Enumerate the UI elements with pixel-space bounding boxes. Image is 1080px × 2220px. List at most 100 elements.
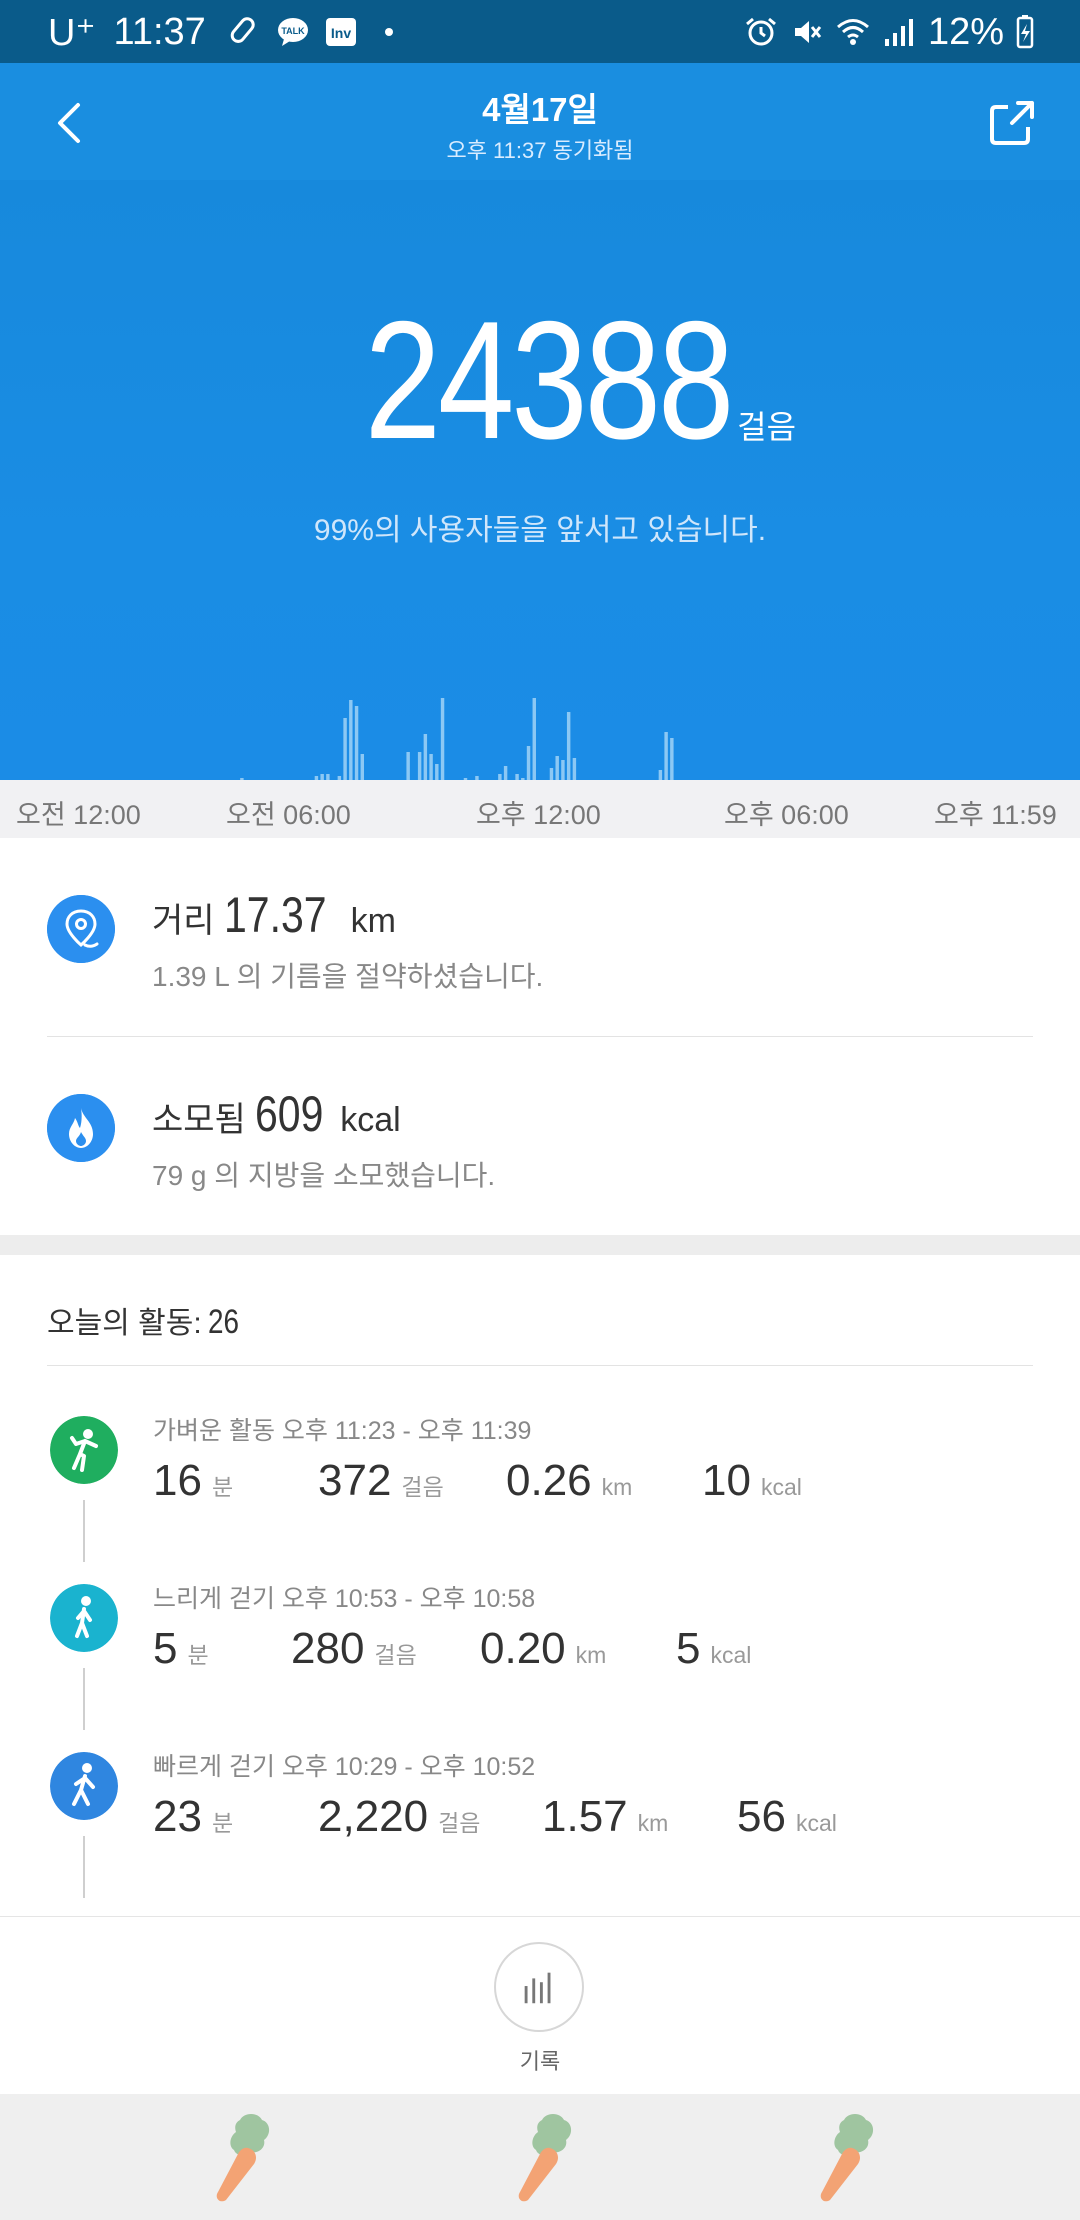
wifi-icon [836,19,869,45]
battery-charging-icon [1016,15,1034,49]
activity-steps: 372 [318,1456,392,1505]
activity-calories: 56 [737,1792,786,1841]
chart-bar [526,746,531,780]
activity-steps: 2,220 [318,1792,429,1841]
calories-label: 소모됨 [152,1101,246,1139]
chart-bar [549,768,554,780]
activity-steps: 280 [291,1624,365,1673]
activity-distance: 0.26 [506,1456,592,1505]
chart-bar [423,734,428,780]
signal-icon [884,19,913,46]
calories-unit: kcal [340,1101,401,1139]
dot-icon [384,28,393,36]
bar-chart-icon [524,1972,551,2004]
steps-chart [240,698,674,780]
date-title: 4월17일 [482,91,598,128]
chart-bar [664,732,668,780]
timeline-connector [83,1500,85,1562]
chart-bar [658,770,663,780]
rank-text: 99%의 사용자들을 앞서고 있습니다. [313,514,767,547]
chart-bar [566,712,571,780]
activity-calories: 5 [676,1624,701,1673]
timeline-connector [83,1668,85,1730]
activity-time: 오후 10:29 - 오후 10:52 [281,1753,536,1781]
activity-type: 빠르게 걷기 [153,1753,275,1781]
steps-hero: 24388 걸음 99%의 사용자들을 앞서고 있습니다. [0,180,1080,780]
chart-bar [435,764,439,780]
decor-band [0,2094,1080,2220]
chart-bar [429,754,433,780]
chart-bar [503,766,508,780]
carrot-icon [216,2114,270,2202]
distance-value: 17.37 [224,887,327,943]
activity-type: 느리게 걷기 [153,1585,275,1613]
calories-summary: 소모됨 609 kcal 79 g 의 지방을 소모했습니다. [0,1037,1080,1237]
activities-label: 오늘의 활동: [47,1307,202,1340]
chart-bar [417,752,422,780]
bottom-divider [0,1916,1080,1917]
duration-unit: 분 [187,1642,209,1668]
distance-unit: km [350,902,396,940]
time-axis-label: 오후 12:00 [476,800,601,830]
activity-distance: 1.57 [542,1792,628,1841]
location-pin-icon [47,895,115,963]
chart-bar [572,758,577,780]
chart-bar [349,700,353,780]
records-label: 기록 [519,2049,561,2074]
calories-unit: kcal [795,1810,837,1836]
steps-unit: 걸음 [401,1474,444,1500]
status-time: 11:37 [113,10,206,53]
steps-unit: 걸음 [737,409,797,445]
records-button[interactable] [494,1942,584,2032]
carrot-icon [518,2114,572,2202]
fat-burned-text: 79 g 의 지방을 소모했습니다. [152,1160,496,1191]
distance-label: 거리 [152,902,215,940]
activity-time: 오후 10:53 - 오후 10:58 [281,1585,536,1613]
carrier-label: U⁺ [48,11,96,54]
distance-unit: km [601,1474,633,1500]
activity-time: 오후 11:23 - 오후 11:39 [281,1417,532,1445]
calories-unit: kcal [710,1642,752,1668]
svg-text:TALK: TALK [281,26,305,36]
timeline-connector [83,1836,85,1898]
chart-bar [670,738,674,780]
carrot-icon [820,2114,874,2202]
slow-walk-icon [50,1584,118,1652]
calories-value: 609 [255,1086,324,1142]
activities-divider [47,1365,1033,1366]
sync-status: 오후 11:37 동기화됨 [446,138,634,163]
activity-calories: 10 [702,1456,751,1505]
activities-title: 오늘의 활동: 26 [47,1298,246,1342]
fuel-saved-text: 1.39 L 의 기름을 절약하셨습니다. [152,961,544,992]
status-bar: U⁺ 11:37 TALK Inv 12% [0,0,1080,63]
duration-unit: 분 [211,1474,234,1500]
pill-icon [230,17,255,43]
activities-count: 26 [207,1303,239,1341]
distance-unit: km [575,1642,607,1668]
steps-unit: 걸음 [438,1810,481,1836]
section-separator [0,1235,1080,1255]
fast-walk-icon [50,1752,118,1820]
distance-unit: km [637,1810,669,1836]
duration-unit: 분 [211,1810,234,1836]
chart-bar [406,752,410,780]
chart-bar [360,754,365,780]
steps-unit: 걸음 [374,1642,417,1668]
share-button[interactable] [984,95,1040,151]
kakaotalk-icon: TALK [277,18,308,46]
time-axis-label: 오후 11:59 [934,800,1057,830]
battery-percent: 12% [927,10,1004,53]
chart-time-axis: 오전 12:00 오전 06:00 오후 12:00 오후 06:00 오후 11:59 [0,780,1080,838]
inven-icon: Inv [325,18,356,46]
time-axis-label: 오전 12:00 [16,800,141,830]
calories-unit: kcal [760,1474,802,1500]
svg-text:Inv: Inv [331,25,351,41]
time-axis-label: 오후 06:00 [724,800,849,830]
chart-bar [561,760,565,780]
activity-type: 가벼운 활동 [153,1417,275,1445]
app-header: 4월17일 오후 11:37 동기화됨 [0,63,1080,180]
chart-bar [343,718,347,780]
alarm-icon [745,17,776,46]
mute-icon [794,21,822,43]
flame-icon [47,1094,115,1162]
